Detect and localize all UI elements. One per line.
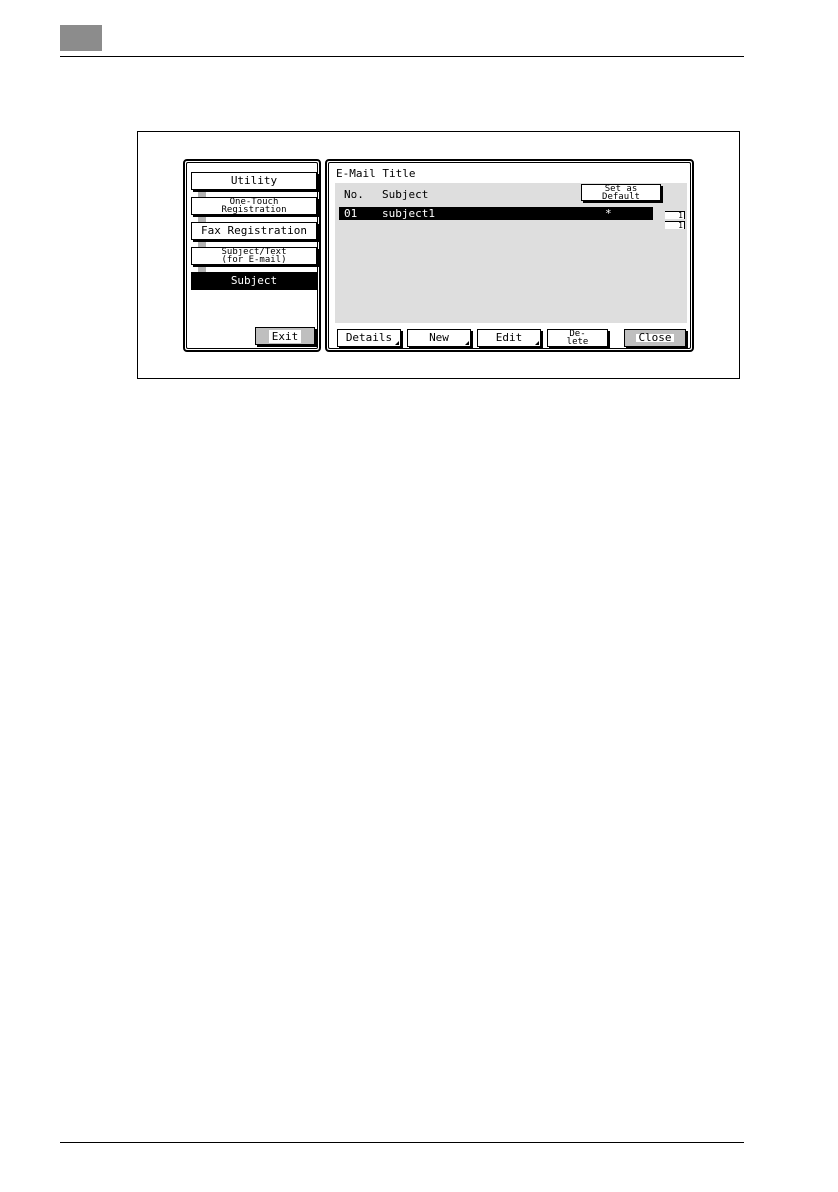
new-label: New bbox=[429, 331, 449, 344]
nav-fax-registration-button[interactable]: Fax Registration bbox=[191, 222, 317, 240]
set-as-default-button[interactable]: Set as Default bbox=[581, 184, 661, 201]
edit-label: Edit bbox=[495, 331, 523, 344]
email-title-panel: E-Mail Title No. Subject Set as Default … bbox=[325, 159, 694, 352]
column-header-subject: Subject bbox=[382, 188, 429, 201]
details-button[interactable]: Details bbox=[337, 329, 401, 347]
page-total: 1 bbox=[665, 221, 685, 230]
header-rule bbox=[60, 56, 744, 57]
new-button[interactable]: New bbox=[407, 329, 471, 347]
submenu-corner-icon bbox=[535, 341, 539, 345]
nav-utility-button[interactable]: Utility bbox=[191, 172, 317, 190]
row-subject: subject1 bbox=[382, 207, 435, 220]
exit-label: Exit bbox=[268, 329, 302, 343]
footer-rule bbox=[60, 1142, 744, 1143]
panel-title: E-Mail Title bbox=[336, 167, 416, 180]
details-label: Details bbox=[345, 331, 393, 344]
nav-one-touch-registration-button[interactable]: One-Touch Registration bbox=[191, 197, 317, 215]
submenu-corner-icon bbox=[465, 341, 469, 345]
page-current: 1 bbox=[665, 211, 685, 220]
default-mark: * bbox=[605, 207, 612, 220]
submenu-corner-icon bbox=[395, 341, 399, 345]
close-label: Close bbox=[636, 331, 674, 344]
column-header-no: No. bbox=[344, 188, 364, 201]
close-button[interactable]: Close bbox=[624, 329, 686, 347]
subject-list: No. Subject Set as Default 01 subject1 *… bbox=[335, 183, 687, 323]
list-row-selected[interactable]: 01 subject1 * bbox=[339, 207, 653, 220]
left-nav-panel: Utility One-Touch Registration Fax Regis… bbox=[183, 159, 321, 352]
page-tab-marker bbox=[60, 25, 102, 51]
edit-button[interactable]: Edit bbox=[477, 329, 541, 347]
row-number: 01 bbox=[344, 207, 358, 220]
exit-button[interactable]: Exit bbox=[255, 327, 315, 345]
nav-subject-button[interactable]: Subject bbox=[191, 272, 317, 290]
delete-button[interactable]: De- lete bbox=[547, 329, 608, 347]
nav-subject-text-button[interactable]: Subject/Text (for E-mail) bbox=[191, 247, 317, 265]
